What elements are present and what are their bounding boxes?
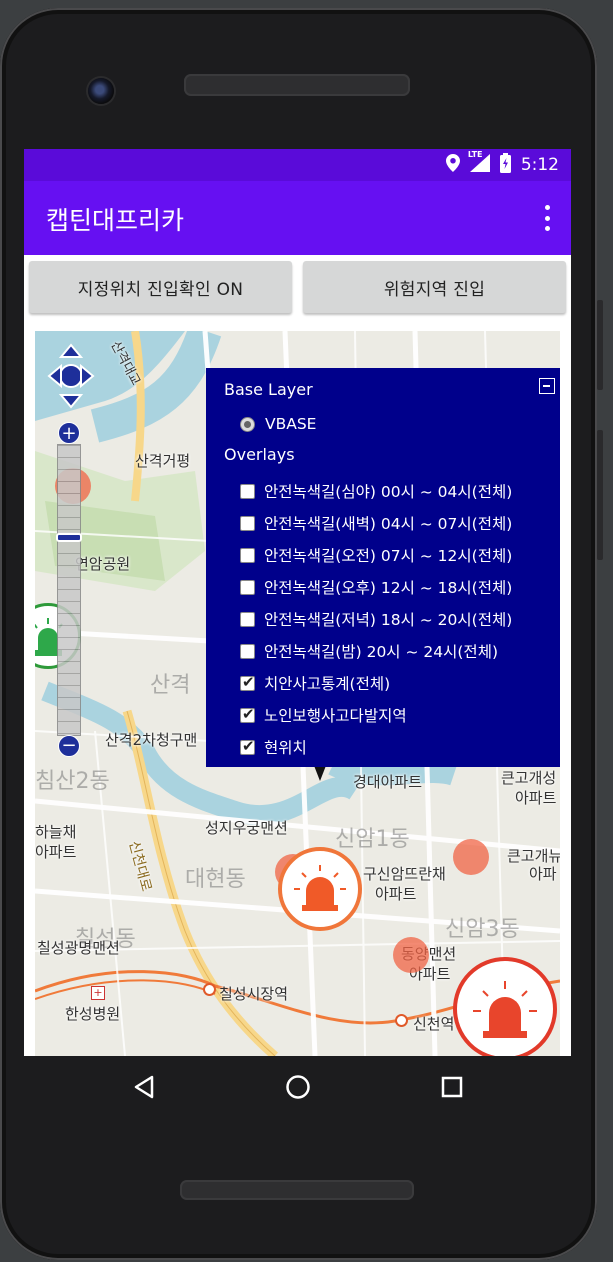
map-label: 하늘채	[35, 823, 77, 841]
incident-hotspot[interactable]	[393, 937, 429, 973]
subway-station-icon	[203, 983, 216, 996]
overlay-option[interactable]: 안전녹색길(오전) 07시 ~ 12시(전체)	[240, 544, 512, 566]
map-label: 연암공원	[75, 555, 131, 573]
overlay-checkbox[interactable]	[240, 705, 255, 723]
map-label: 신천역	[413, 1015, 455, 1033]
map-label: 성지우궁맨션	[205, 819, 288, 837]
district-label: 대현동	[185, 867, 246, 892]
radio-button[interactable]	[240, 416, 255, 432]
overlay-option[interactable]: 안전녹색길(새벽) 04시 ~ 07시(전체)	[240, 512, 512, 534]
map-label: 한성병원	[65, 1005, 121, 1023]
district-label: 신암3동	[445, 917, 520, 942]
overlay-label: 치안사고통계(전체)	[264, 675, 391, 693]
overlay-option[interactable]: 현위치	[240, 736, 307, 758]
map-label: 경대아파트	[353, 773, 423, 791]
app-bar: 캡틴대프리카	[24, 181, 571, 255]
recents-icon[interactable]	[440, 1074, 464, 1104]
map-label: 큰고개성	[501, 769, 557, 787]
overlay-checkbox[interactable]	[240, 515, 255, 531]
district-label: 신암1동	[335, 827, 410, 852]
volume-button	[597, 300, 603, 390]
district-label: 산격	[150, 673, 191, 698]
layer-switcher-panel: Base Layer VBASE Overlays 안전녹색길(심야) 00시 …	[206, 368, 560, 767]
map-label: 칠성광명맨션	[37, 939, 120, 957]
bottom-speaker	[180, 1180, 414, 1200]
district-label: 침산2동	[35, 769, 110, 794]
map-label: 칠성시장역	[219, 985, 289, 1003]
map-label: 아파	[529, 865, 557, 883]
status-bar: LTE 5:12	[24, 149, 571, 181]
front-camera	[88, 78, 114, 104]
power-button	[597, 430, 603, 560]
overlay-checkbox[interactable]	[240, 673, 255, 691]
app-screen: LTE 5:12 캡틴대프리카 지정위치 진입확인 ON 위험지역 진입 산격 …	[24, 149, 571, 1056]
overlay-label: 안전녹색길(저녁) 18시 ~ 20시(전체)	[264, 611, 513, 629]
siren-marker-icon[interactable]	[453, 957, 557, 1056]
overlay-label: 현위치	[264, 739, 307, 757]
location-entry-toggle-button[interactable]: 지정위치 진입확인 ON	[29, 261, 292, 313]
overlay-option[interactable]: 안전녹색길(밤) 20시 ~ 24시(전체)	[240, 640, 498, 662]
siren-marker-icon[interactable]	[278, 847, 362, 931]
map-label: 아파트	[515, 789, 557, 807]
incident-hotspot[interactable]	[453, 839, 489, 875]
earpiece-speaker	[184, 74, 410, 96]
pan-control[interactable]	[47, 343, 95, 409]
overlays-heading: Overlays	[224, 445, 295, 464]
map-label: 산격2차청구맨	[105, 731, 198, 749]
overlay-checkbox[interactable]	[240, 643, 255, 659]
zoom-slider-handle[interactable]	[56, 533, 82, 542]
app-title: 캡틴대프리카	[46, 206, 185, 235]
overlay-option[interactable]: 치안사고통계(전체)	[240, 672, 390, 694]
location-icon	[445, 153, 460, 177]
overlay-option[interactable]: 안전녹색길(심야) 00시 ~ 04시(전체)	[240, 480, 512, 502]
overlay-label: 노인보행사고다발지역	[264, 707, 407, 725]
overlay-label: 안전녹색길(오전) 07시 ~ 12시(전체)	[264, 547, 513, 565]
overlay-checkbox[interactable]	[240, 737, 255, 755]
overlay-checkbox[interactable]	[240, 611, 255, 627]
signal-icon: LTE	[468, 150, 490, 177]
overlay-checkbox[interactable]	[240, 547, 255, 563]
zoom-slider-track[interactable]	[57, 444, 81, 736]
danger-zone-entry-button[interactable]: 위험지역 진입	[303, 261, 566, 313]
overlay-label: 안전녹색길(밤) 20시 ~ 24시(전체)	[264, 643, 499, 661]
overlay-checkbox[interactable]	[240, 579, 255, 595]
battery-charging-icon	[499, 152, 511, 178]
overlay-option[interactable]: 안전녹색길(오후) 12시 ~ 18시(전체)	[240, 576, 512, 598]
action-button-row: 지정위치 진입확인 ON 위험지역 진입	[24, 255, 571, 325]
map-label: 아파트	[35, 843, 77, 861]
subway-station-icon	[395, 1014, 408, 1027]
map-view[interactable]: 산격 침산2동 대현동 신암1동 신암3동 칠성동 산격대교 산격거평 연암공원…	[35, 331, 560, 1056]
status-time: 5:12	[520, 155, 559, 175]
network-type-label: LTE	[467, 149, 483, 159]
overlay-option[interactable]: 노인보행사고다발지역	[240, 704, 407, 726]
navigation-bar	[24, 1056, 571, 1126]
zoom-out-button[interactable]: −	[58, 735, 80, 757]
overlay-label: 안전녹색길(오후) 12시 ~ 18시(전체)	[264, 579, 513, 597]
base-layer-label: VBASE	[265, 415, 317, 433]
map-label: 산격거평	[135, 452, 191, 470]
map-label: 구신암뜨란채	[363, 865, 446, 883]
overlay-label: 안전녹색길(새벽) 04시 ~ 07시(전체)	[264, 515, 513, 533]
zoom-in-button[interactable]: +	[58, 422, 80, 444]
home-icon[interactable]	[285, 1074, 311, 1104]
base-layer-heading: Base Layer	[224, 380, 313, 399]
hospital-icon: +	[91, 986, 105, 1000]
map-label: 아파트	[375, 885, 417, 903]
minimize-icon[interactable]	[539, 378, 555, 394]
more-vert-icon[interactable]	[541, 205, 553, 231]
overlay-checkbox[interactable]	[240, 483, 255, 499]
overlay-label: 안전녹색길(심야) 00시 ~ 04시(전체)	[264, 483, 513, 501]
back-icon[interactable]	[132, 1074, 156, 1104]
overlay-option[interactable]: 안전녹색길(저녁) 18시 ~ 20시(전체)	[240, 608, 512, 630]
base-layer-option[interactable]: VBASE	[240, 415, 316, 433]
